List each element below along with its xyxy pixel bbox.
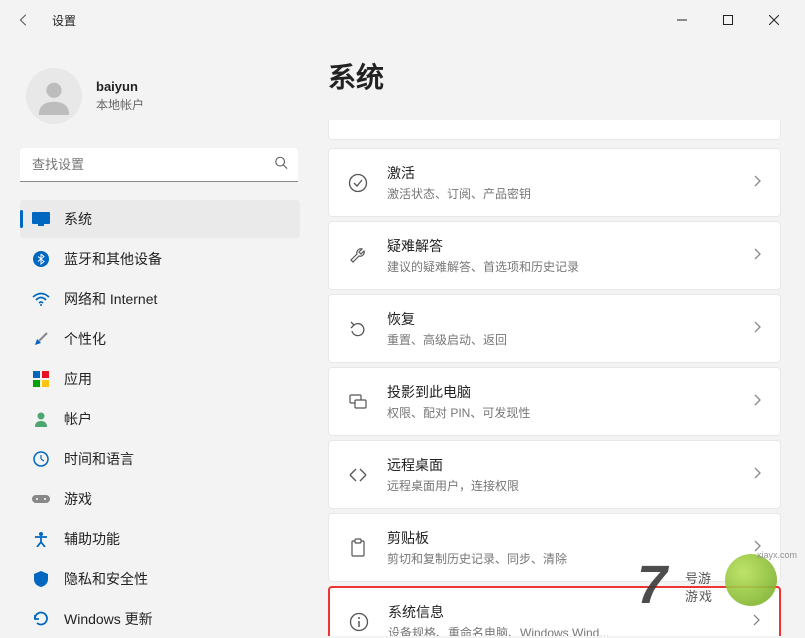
chevron-right-icon <box>754 174 762 192</box>
chevron-right-icon <box>754 466 762 484</box>
sidebar-item-privacy[interactable]: 隐私和安全性 <box>20 560 300 598</box>
card-recovery[interactable]: 恢复重置、高级启动、返回 <box>328 294 781 363</box>
card-sub: 重置、高级启动、返回 <box>387 331 736 348</box>
shield-icon <box>32 570 50 588</box>
chevron-right-icon <box>754 320 762 338</box>
nav-label: 时间和语言 <box>64 449 134 469</box>
card-clipboard[interactable]: 剪贴板剪切和复制历史记录、同步、清除 <box>328 513 781 582</box>
check-circle-icon <box>347 173 369 193</box>
nav-label: 网络和 Internet <box>64 289 157 309</box>
clock-icon <box>32 450 50 468</box>
info-icon <box>348 612 370 632</box>
nav-label: 游戏 <box>64 489 92 509</box>
card-sub: 剪切和复制历史记录、同步、清除 <box>387 550 736 567</box>
sidebar-item-personalize[interactable]: 个性化 <box>20 320 300 358</box>
card-partial[interactable] <box>328 120 781 140</box>
nav-label: 隐私和安全性 <box>64 569 148 589</box>
sidebar-item-update[interactable]: Windows 更新 <box>20 600 300 638</box>
wifi-icon <box>32 290 50 308</box>
sidebar-item-apps[interactable]: 应用 <box>20 360 300 398</box>
nav-label: 应用 <box>64 369 92 389</box>
nav-list: 系统 蓝牙和其他设备 网络和 Internet 个性化 应用 帐户 <box>20 200 300 638</box>
card-troubleshoot[interactable]: 疑难解答建议的疑难解答、首选项和历史记录 <box>328 221 781 290</box>
back-button[interactable] <box>8 4 40 36</box>
card-sub: 设备规格、重命名电脑、Windows Wind... <box>388 624 735 636</box>
nav-label: 蓝牙和其他设备 <box>64 249 162 269</box>
card-title: 疑难解答 <box>387 236 736 256</box>
card-title: 系统信息 <box>388 602 735 622</box>
recovery-icon <box>347 319 369 339</box>
remote-icon <box>347 467 369 483</box>
search-icon <box>274 156 288 175</box>
avatar <box>26 68 82 124</box>
main-panel: 系统 激活激活状态、订阅、产品密钥 疑难解答建议的疑难解答、首选项和历史记录 恢… <box>310 40 805 636</box>
card-title: 投影到此电脑 <box>387 382 736 402</box>
card-about[interactable]: 系统信息设备规格、重命名电脑、Windows Wind... <box>328 586 781 636</box>
user-name: baiyun <box>96 79 144 94</box>
clipboard-icon <box>347 538 369 558</box>
nav-label: Windows 更新 <box>64 609 153 629</box>
nav-label: 系统 <box>64 209 92 229</box>
chevron-right-icon <box>754 539 762 557</box>
apps-icon <box>32 370 50 388</box>
titlebar: 设置 <box>0 0 805 40</box>
chevron-right-icon <box>754 247 762 265</box>
window-title: 设置 <box>52 12 76 29</box>
chevron-right-icon <box>753 613 761 631</box>
sidebar-item-accessibility[interactable]: 辅助功能 <box>20 520 300 558</box>
nav-label: 个性化 <box>64 329 106 349</box>
card-sub: 建议的疑难解答、首选项和历史记录 <box>387 258 736 275</box>
person-icon <box>32 410 50 428</box>
page-title: 系统 <box>328 56 781 96</box>
search-box <box>20 148 298 182</box>
chevron-right-icon <box>754 393 762 411</box>
system-icon <box>32 210 50 228</box>
user-type: 本地帐户 <box>96 96 144 113</box>
sidebar-item-system[interactable]: 系统 <box>20 200 300 238</box>
window-controls <box>659 4 797 36</box>
gamepad-icon <box>32 490 50 508</box>
card-sub: 激活状态、订阅、产品密钥 <box>387 185 736 202</box>
accessibility-icon <box>32 530 50 548</box>
sidebar-item-bluetooth[interactable]: 蓝牙和其他设备 <box>20 240 300 278</box>
sidebar-item-network[interactable]: 网络和 Internet <box>20 280 300 318</box>
user-account[interactable]: baiyun 本地帐户 <box>26 68 300 124</box>
maximize-button[interactable] <box>705 4 751 36</box>
close-button[interactable] <box>751 4 797 36</box>
project-icon <box>347 393 369 411</box>
card-title: 远程桌面 <box>387 455 736 475</box>
sidebar-item-accounts[interactable]: 帐户 <box>20 400 300 438</box>
card-title: 剪贴板 <box>387 528 736 548</box>
brush-icon <box>32 330 50 348</box>
card-sub: 权限、配对 PIN、可发现性 <box>387 404 736 421</box>
card-sub: 远程桌面用户，连接权限 <box>387 477 736 494</box>
card-remote[interactable]: 远程桌面远程桌面用户，连接权限 <box>328 440 781 509</box>
card-activation[interactable]: 激活激活状态、订阅、产品密钥 <box>328 148 781 217</box>
nav-label: 辅助功能 <box>64 529 120 549</box>
wrench-icon <box>347 246 369 266</box>
sidebar-item-gaming[interactable]: 游戏 <box>20 480 300 518</box>
search-input[interactable] <box>20 148 298 182</box>
sidebar-item-time[interactable]: 时间和语言 <box>20 440 300 478</box>
update-icon <box>32 610 50 628</box>
card-title: 激活 <box>387 163 736 183</box>
bluetooth-icon <box>32 250 50 268</box>
sidebar: baiyun 本地帐户 系统 蓝牙和其他设备 网络和 Internet <box>0 40 310 636</box>
card-title: 恢复 <box>387 309 736 329</box>
card-project[interactable]: 投影到此电脑权限、配对 PIN、可发现性 <box>328 367 781 436</box>
minimize-button[interactable] <box>659 4 705 36</box>
nav-label: 帐户 <box>64 409 92 429</box>
